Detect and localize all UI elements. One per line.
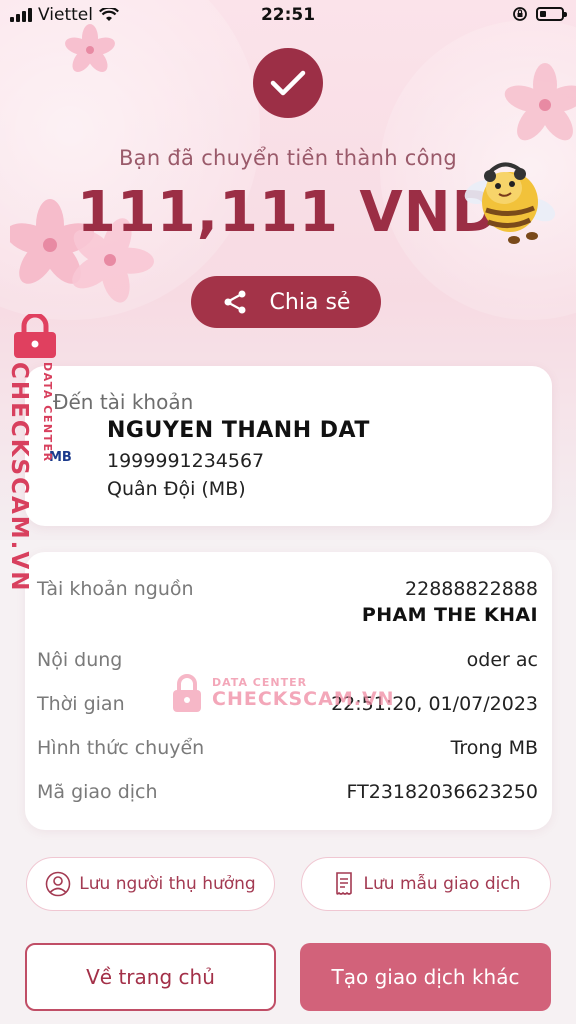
recipient-account-number: 1999991234567 [107,450,265,472]
success-check-badge [253,48,323,118]
detail-label-time: Thời gian [37,693,125,715]
recipient-label: Đến tài khoản [53,390,194,414]
detail-value-source-name: PHAM THE KHAI [361,604,538,626]
receipt-icon [335,872,352,895]
detail-value-transfer-type: Trong MB [450,737,538,759]
recipient-card: Đến tài khoản MB NGUYEN THANH DAT 199999… [25,366,552,526]
watermark-center-text: CHECKSCAM.VN [212,688,395,710]
watermark-side: CHECKSCAM.VN DATA CENTER [4,314,62,592]
clock: 22:51 [260,5,316,25]
share-button[interactable]: Chia sẻ [191,276,381,328]
check-icon [270,70,306,96]
save-template-label: Lưu mẫu giao dịch [363,874,521,894]
status-bar: Viettel 22:51 [0,0,576,30]
watermark-center-small-text: DATA CENTER [212,676,308,689]
bee-mascot [464,162,556,244]
detail-label-transfer-type: Hình thức chuyển [37,737,205,759]
lock-icon [173,674,201,712]
detail-value-source-account: 22888822888 [405,578,538,600]
home-button[interactable]: Về trang chủ [25,943,276,1011]
recipient-name: NGUYEN THANH DAT [107,418,370,443]
watermark-side-text: CHECKSCAM.VN [6,362,32,593]
detail-label-source-account: Tài khoản nguồn [37,578,194,600]
user-circle-icon [45,871,71,897]
flower-decoration [504,63,576,141]
detail-value-transaction-id: FT23182036623250 [346,781,538,803]
watermark-side-small-text: DATA CENTER [41,362,54,463]
detail-label-transaction-id: Mã giao dịch [37,781,158,803]
detail-value-content: oder ac [466,649,538,671]
save-recipient-label: Lưu người thụ hưởng [79,874,256,894]
save-template-button[interactable]: Lưu mẫu giao dịch [301,857,551,911]
share-icon [224,290,246,314]
detail-label-content: Nội dung [37,649,123,671]
status-icons [512,6,567,22]
share-label: Chia sẻ [269,289,351,315]
save-recipient-button[interactable]: Lưu người thụ hưởng [26,857,275,911]
watermark-center: DATA CENTER CHECKSCAM.VN [170,672,395,714]
battery-icon [536,7,567,21]
new-transaction-button[interactable]: Tạo giao dịch khác [300,943,551,1011]
rotation-lock-icon [513,7,527,21]
recipient-bank-name: Quân Đội (MB) [107,478,246,500]
lock-icon [14,314,56,358]
